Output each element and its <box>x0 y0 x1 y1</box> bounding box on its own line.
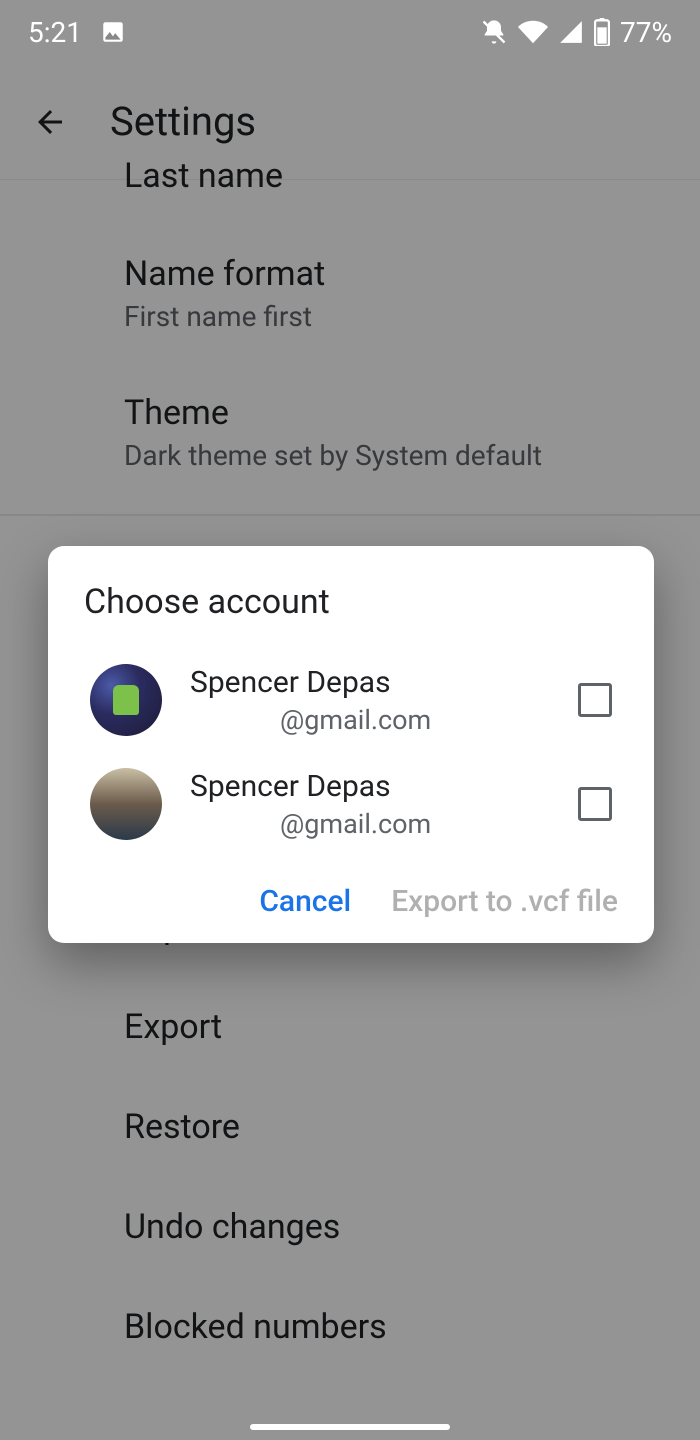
battery-icon <box>594 18 610 46</box>
account-name: Spencer Depas <box>190 769 550 804</box>
account-email: @gmail.com <box>190 704 550 736</box>
account-email: @gmail.com <box>190 808 550 840</box>
choose-account-dialog: Choose account Spencer Depas @gmail.com … <box>48 546 654 943</box>
image-icon <box>100 19 126 45</box>
account-option-0[interactable]: Spencer Depas @gmail.com <box>84 648 618 752</box>
signal-icon <box>558 19 584 45</box>
avatar <box>90 664 162 736</box>
status-time: 5:21 <box>28 16 82 49</box>
account-checkbox[interactable] <box>578 683 612 717</box>
account-checkbox[interactable] <box>578 787 612 821</box>
dialog-title: Choose account <box>84 582 618 622</box>
account-name: Spencer Depas <box>190 665 550 700</box>
notifications-off-icon <box>480 18 508 46</box>
account-option-1[interactable]: Spencer Depas @gmail.com <box>84 752 618 856</box>
avatar <box>90 768 162 840</box>
cancel-button[interactable]: Cancel <box>259 884 351 919</box>
status-bar: 5:21 77% <box>0 0 700 64</box>
wifi-icon <box>518 17 548 47</box>
export-button[interactable]: Export to .vcf file <box>391 884 618 919</box>
navigation-handle[interactable] <box>250 1424 450 1430</box>
status-battery: 77% <box>620 16 672 49</box>
